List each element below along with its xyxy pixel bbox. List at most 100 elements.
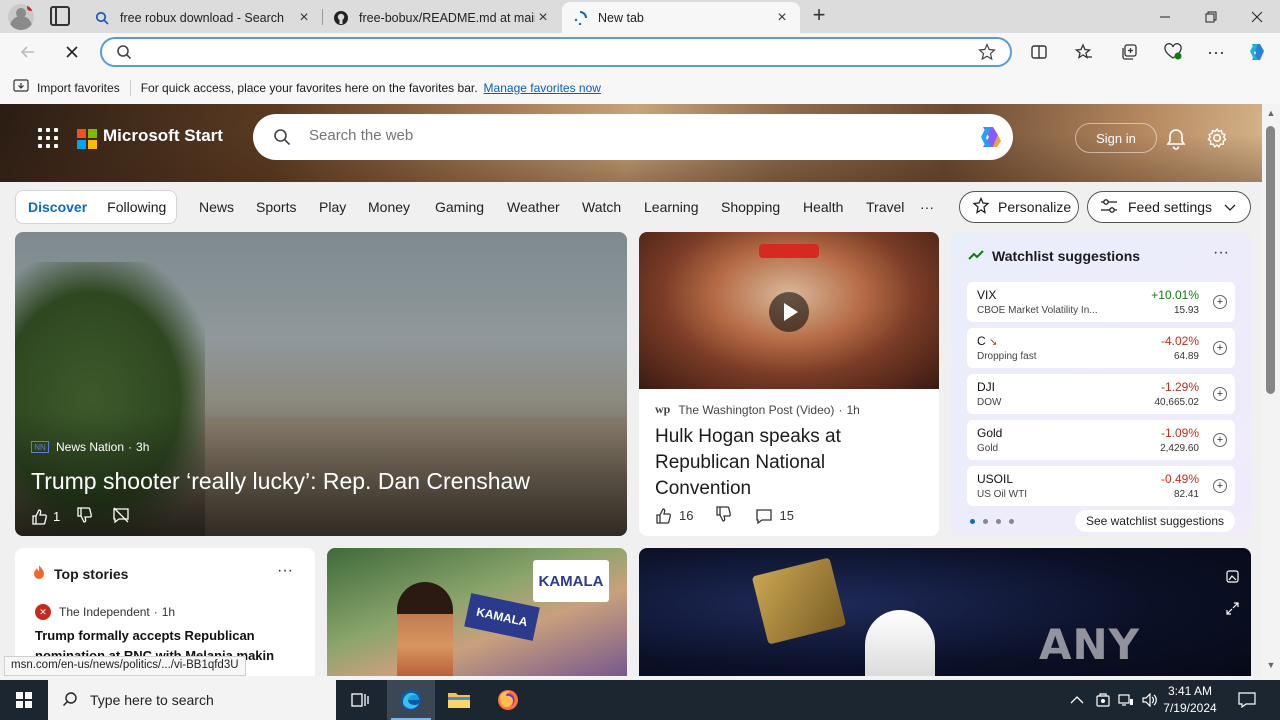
watchlist-row[interactable]: C ↘ Dropping fast -4.02% 64.89 +	[967, 328, 1235, 368]
address-bar[interactable]	[100, 37, 1012, 67]
story-headline[interactable]: Trump shooter ‘really lucky’: Rep. Dan C…	[31, 468, 530, 495]
dislike-button[interactable]	[76, 506, 94, 527]
category-news[interactable]: News	[199, 199, 234, 215]
expand-icon[interactable]	[1226, 602, 1239, 618]
close-tab-icon[interactable]: ×	[296, 9, 312, 27]
minimize-button[interactable]	[1142, 0, 1188, 33]
category-watch[interactable]: Watch	[582, 199, 621, 215]
image-story-card[interactable]: KAMALA KAMALA	[327, 548, 627, 676]
taskbar-search-box[interactable]: Type here to search	[48, 680, 336, 720]
sign-in-button[interactable]: Sign in	[1075, 123, 1157, 153]
back-button[interactable]	[14, 38, 42, 66]
edge-taskbar-button[interactable]	[387, 680, 435, 720]
tab-title: free-bobux/README.md at main	[359, 10, 535, 25]
add-to-watchlist-button[interactable]: +	[1213, 341, 1227, 355]
web-search-input[interactable]	[309, 127, 949, 144]
settings-more-icon[interactable]: ···	[1204, 40, 1228, 64]
category-money[interactable]: Money	[368, 199, 410, 215]
category-gaming[interactable]: Gaming	[435, 199, 484, 215]
category-weather[interactable]: Weather	[507, 199, 560, 215]
show-hidden-icons-button[interactable]	[1070, 680, 1084, 720]
notifications-bell-icon[interactable]	[1166, 128, 1186, 153]
stop-loading-button[interactable]	[58, 38, 86, 66]
carousel-dots[interactable]	[970, 519, 1014, 524]
tab-strip: free robux download - Search × free-bobu…	[0, 0, 1280, 33]
file-explorer-button[interactable]	[435, 680, 483, 720]
video-story-card[interactable]: wp The Washington Post (Video) · 1h Hulk…	[639, 232, 939, 536]
like-button[interactable]: 16	[655, 507, 693, 525]
price-value: 2,429.60	[1160, 443, 1199, 454]
split-screen-icon[interactable]	[1027, 40, 1051, 64]
gallery-icon[interactable]	[1226, 570, 1239, 586]
comments-off-button[interactable]	[112, 506, 130, 527]
tab-search[interactable]: free robux download - Search ×	[84, 2, 322, 33]
more-categories-button[interactable]: ···	[920, 199, 934, 215]
defender-tray-icon[interactable]	[1096, 680, 1110, 720]
start-button[interactable]	[0, 680, 48, 720]
category-travel[interactable]: Travel	[866, 199, 904, 215]
main-story-card[interactable]: NN News Nation · 3h Trump shooter ‘reall…	[15, 232, 627, 536]
category-health[interactable]: Health	[803, 199, 843, 215]
more-options-button[interactable]: ···	[277, 562, 293, 580]
copilot-icon[interactable]	[1245, 40, 1269, 64]
page-scrollbar[interactable]: ▲ ▼	[1262, 104, 1280, 676]
import-favorites-button[interactable]: Import favorites	[13, 79, 120, 96]
more-options-button[interactable]: ···	[1213, 244, 1229, 262]
story-headline[interactable]: Hulk Hogan speaks at Republican National…	[655, 424, 925, 502]
watchlist-row[interactable]: USOIL US Oil WTI -0.49% 82.41 +	[967, 466, 1235, 506]
add-to-watchlist-button[interactable]: +	[1213, 387, 1227, 401]
favorites-icon[interactable]	[1072, 40, 1096, 64]
firefox-button[interactable]	[484, 680, 532, 720]
scroll-down-arrow-icon[interactable]: ▼	[1266, 660, 1276, 670]
space-story-card[interactable]: ANY RUN	[639, 548, 1251, 676]
scroll-up-arrow-icon[interactable]: ▲	[1266, 108, 1276, 118]
browser-essentials-icon[interactable]	[1161, 40, 1185, 64]
address-input[interactable]	[138, 43, 958, 63]
feed-settings-button[interactable]: Feed settings	[1087, 191, 1251, 223]
notifications-button[interactable]	[1238, 680, 1256, 720]
symbol-name: CBOE Market Volatility In...	[977, 305, 1098, 316]
personalize-button[interactable]: Personalize	[959, 191, 1079, 223]
watchlist-row[interactable]: VIX CBOE Market Volatility In... +10.01%…	[967, 282, 1235, 322]
category-play[interactable]: Play	[319, 199, 346, 215]
favorite-star-icon[interactable]	[978, 43, 996, 64]
top-stories-header: Top stories	[32, 564, 128, 583]
close-tab-icon[interactable]: ×	[774, 9, 790, 27]
volume-icon[interactable]	[1142, 680, 1158, 720]
scrollbar-thumb[interactable]	[1266, 126, 1275, 394]
category-shopping[interactable]: Shopping	[721, 199, 780, 215]
comments-button[interactable]: 15	[755, 507, 794, 525]
collections-icon[interactable]	[1117, 40, 1141, 64]
watchlist-row[interactable]: Gold Gold -1.09% 2,429.60 +	[967, 420, 1235, 460]
play-button-icon[interactable]	[769, 292, 809, 332]
watchlist-row[interactable]: DJI DOW -1.29% 40,665.02 +	[967, 374, 1235, 414]
task-view-button[interactable]	[336, 680, 384, 720]
close-window-button[interactable]	[1234, 0, 1280, 33]
like-button[interactable]: 1	[31, 508, 60, 526]
app-launcher-icon[interactable]	[38, 128, 58, 148]
close-tab-icon[interactable]: ×	[535, 9, 551, 27]
add-to-watchlist-button[interactable]: +	[1213, 433, 1227, 447]
restore-button[interactable]	[1188, 0, 1234, 33]
taskbar-clock[interactable]: 3:41 AM 7/19/2024	[1160, 683, 1220, 717]
see-watchlist-button[interactable]: See watchlist suggestions	[1075, 510, 1235, 532]
add-to-watchlist-button[interactable]: +	[1213, 295, 1227, 309]
network-icon[interactable]	[1118, 680, 1134, 720]
dislike-button[interactable]	[715, 505, 733, 526]
tab-github[interactable]: free-bobux/README.md at main ×	[323, 2, 561, 33]
new-tab-button[interactable]: +	[808, 4, 830, 28]
tab-following[interactable]: Following	[107, 199, 166, 215]
web-search-box[interactable]	[253, 114, 1013, 160]
tab-discover[interactable]: Discover	[28, 199, 87, 215]
profile-avatar[interactable]	[8, 4, 34, 30]
copilot-icon[interactable]	[975, 123, 1005, 154]
tab-new-tab[interactable]: New tab ×	[562, 2, 800, 33]
brand-name[interactable]: Microsoft Start	[103, 126, 223, 146]
category-learning[interactable]: Learning	[644, 199, 699, 215]
manage-favorites-link[interactable]: Manage favorites now	[484, 81, 601, 95]
tab-actions-icon[interactable]	[50, 6, 70, 26]
category-sports[interactable]: Sports	[256, 199, 296, 215]
settings-gear-icon[interactable]	[1206, 127, 1228, 152]
story-image	[751, 557, 847, 645]
add-to-watchlist-button[interactable]: +	[1213, 479, 1227, 493]
